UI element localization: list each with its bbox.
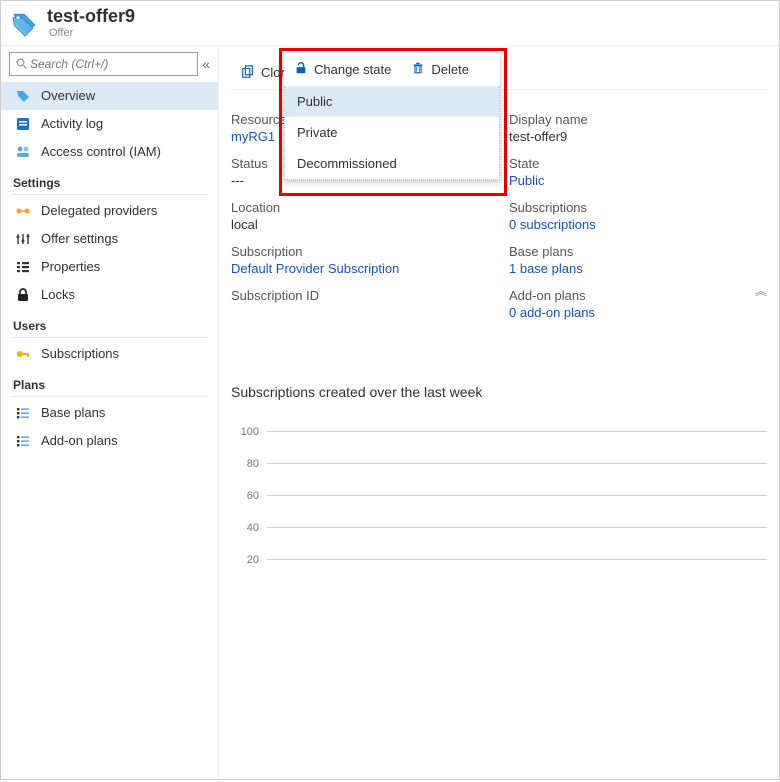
change-state-label: Change state (314, 62, 391, 77)
page-subtitle: Offer (49, 27, 135, 39)
detail-value[interactable]: 0 add-on plans (509, 305, 767, 320)
delete-button[interactable]: Delete (401, 53, 479, 86)
change-state-button[interactable]: Change state (284, 53, 401, 86)
chart-gridline: 100 (231, 416, 767, 448)
properties-icon (15, 259, 31, 275)
chart-gridline: 20 (231, 544, 767, 576)
detail-value[interactable]: Public (509, 173, 767, 188)
detail-value[interactable]: Default Provider Subscription (231, 261, 489, 276)
unlock-icon (294, 61, 308, 78)
nav-access-control[interactable]: Access control (IAM) (1, 138, 218, 166)
nav-subscriptions[interactable]: Subscriptions (1, 340, 218, 368)
delegated-icon (15, 203, 31, 219)
nav-base-plans[interactable]: Base plans (1, 399, 218, 427)
tag-icon (15, 88, 31, 104)
nav-label: Subscriptions (41, 346, 119, 361)
gridline (267, 527, 767, 528)
nav-label: Base plans (41, 405, 105, 420)
left-sidebar: « Overview Activity log Access control (… (1, 46, 219, 782)
search-icon (16, 58, 28, 70)
detail-value[interactable]: 0 subscriptions (509, 217, 767, 232)
search-input[interactable] (28, 56, 191, 72)
nav-label: Delegated providers (41, 203, 157, 218)
trash-icon (411, 61, 425, 78)
y-tick-label: 100 (231, 426, 267, 438)
state-option-decommissioned[interactable]: Decommissioned (285, 148, 499, 179)
page-title: test-offer9 (47, 7, 135, 27)
activity-log-icon (15, 116, 31, 132)
nav-addon-plans[interactable]: Add-on plans (1, 427, 218, 455)
iam-icon (15, 144, 31, 160)
y-tick-label: 80 (231, 458, 267, 470)
nav-locks[interactable]: Locks (1, 281, 218, 309)
gridline (267, 495, 767, 496)
section-users: Users (1, 309, 218, 337)
page-header: test-offer9 Offer (1, 1, 779, 46)
nav-delegated-providers[interactable]: Delegated providers (1, 197, 218, 225)
y-tick-label: 40 (231, 522, 267, 534)
chart-area: Subscriptions created over the last week… (231, 374, 767, 576)
nav-properties[interactable]: Properties (1, 253, 218, 281)
lock-icon (15, 287, 31, 303)
sliders-icon (15, 231, 31, 247)
search-box[interactable] (9, 52, 198, 76)
collapse-details-icon[interactable]: ︽ (755, 282, 767, 299)
nav-activity-log[interactable]: Activity log (1, 110, 218, 138)
change-state-dropdown: Change state Delete Public Private Decom… (284, 53, 500, 180)
offer-tag-icon (11, 9, 39, 37)
nav-label: Access control (IAM) (41, 144, 161, 159)
section-plans: Plans (1, 368, 218, 396)
chart-gridline: 80 (231, 448, 767, 480)
nav-offer-settings[interactable]: Offer settings (1, 225, 218, 253)
nav-label: Offer settings (41, 231, 118, 246)
detail-value: local (231, 217, 489, 232)
chart-title: Subscriptions created over the last week (231, 384, 767, 400)
gridline (267, 463, 767, 464)
detail-label: Subscription ID (231, 288, 489, 303)
nav-label: Locks (41, 287, 75, 302)
list-icon (15, 405, 31, 421)
y-tick-label: 20 (231, 554, 267, 566)
nav-label: Properties (41, 259, 100, 274)
key-icon (15, 346, 31, 362)
nav-overview[interactable]: Overview (1, 82, 218, 110)
nav-label: Overview (41, 88, 95, 103)
detail-label: State (509, 156, 767, 171)
chart-gridline: 60 (231, 480, 767, 512)
list-icon (15, 433, 31, 449)
gridline (267, 431, 767, 432)
detail-label: Base plans (509, 244, 767, 259)
nav-label: Add-on plans (41, 433, 118, 448)
detail-value: test-offer9 (509, 129, 767, 144)
detail-label: Add-on plans (509, 288, 767, 303)
delete-label: Delete (431, 62, 469, 77)
nav-label: Activity log (41, 116, 103, 131)
collapse-sidebar-icon[interactable]: « (202, 56, 210, 72)
main-content: Clone Resource groupmyRG1Status---Locati… (219, 46, 779, 782)
state-option-private[interactable]: Private (285, 117, 499, 148)
detail-value[interactable]: 1 base plans (509, 261, 767, 276)
clone-icon (241, 65, 255, 79)
y-tick-label: 60 (231, 490, 267, 502)
detail-label: Subscription (231, 244, 489, 259)
detail-label: Location (231, 200, 489, 215)
chart-gridline: 40 (231, 512, 767, 544)
detail-label: Display name (509, 112, 767, 127)
gridline (267, 559, 767, 560)
state-option-public[interactable]: Public (285, 86, 499, 117)
detail-label: Subscriptions (509, 200, 767, 215)
section-settings: Settings (1, 166, 218, 194)
